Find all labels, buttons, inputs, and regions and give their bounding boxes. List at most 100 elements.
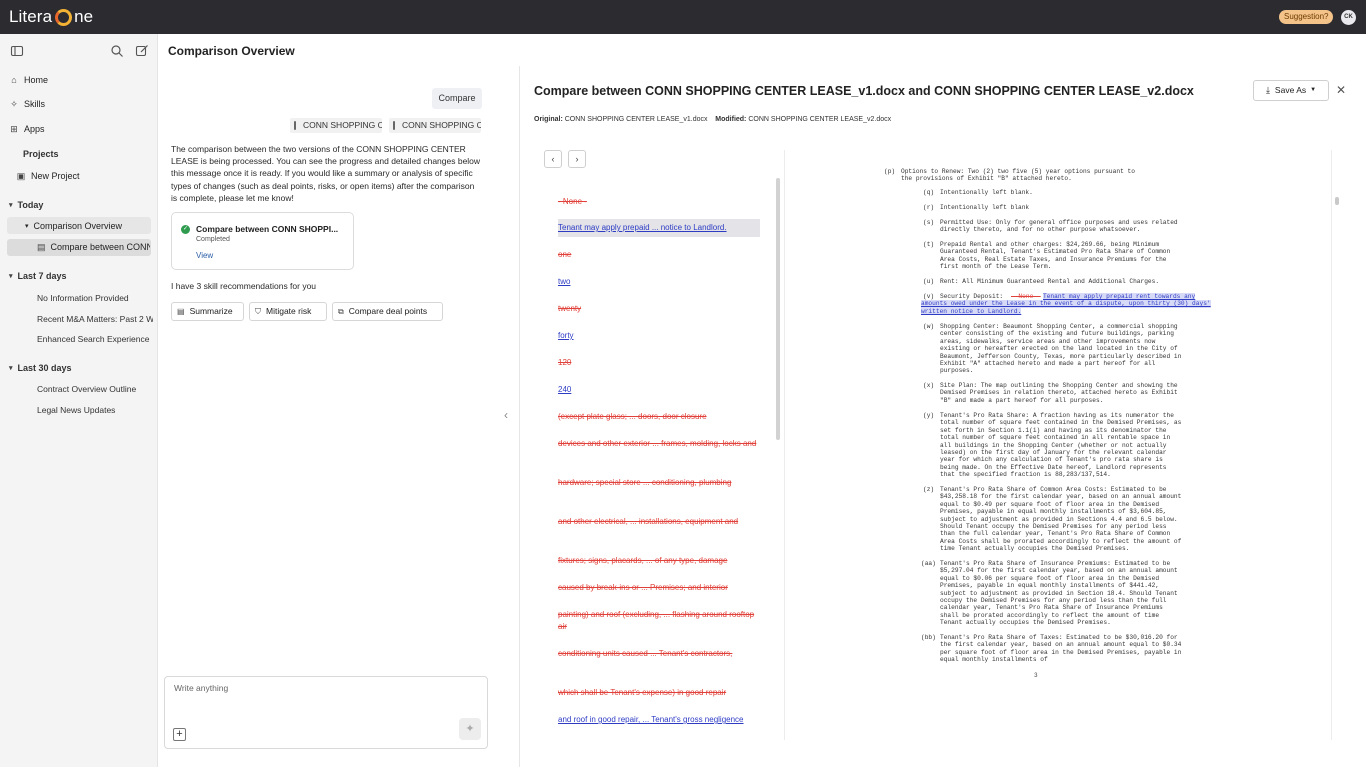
suggestion-badge[interactable]: Suggestion? xyxy=(1279,10,1334,24)
user-avatar[interactable]: CK xyxy=(1341,10,1356,25)
composer-input[interactable]: Write anything xyxy=(174,683,228,693)
modified-file: CONN SHOPPING CENTER LEASE_v2.docx xyxy=(748,116,892,123)
clause-label: (p) xyxy=(884,168,896,175)
change-item[interactable]: - None - xyxy=(558,196,758,208)
send-button[interactable]: ✦ xyxy=(459,718,481,740)
change-item[interactable]: 120 xyxy=(558,357,758,369)
sidebar-item-recent-ma[interactable]: Recent M&A Matters: Past 2 Weeks xyxy=(37,314,153,324)
sidebar-item-compare-between[interactable]: ▤ Compare between CONN SHOPPING CENTER xyxy=(37,242,150,252)
change-item[interactable]: two xyxy=(558,276,758,288)
previous-change-button[interactable]: ‹ xyxy=(544,150,562,168)
panel-divider[interactable] xyxy=(519,66,520,767)
summarize-button[interactable]: ▤ Summarize xyxy=(171,302,244,321)
compare-deal-points-button[interactable]: ⧉ Compare deal points xyxy=(332,302,443,321)
change-item[interactable]: devices and other exterior ... frames, m… xyxy=(558,438,758,450)
change-item[interactable]: fixtures; signs, placards, ... of any ty… xyxy=(558,555,758,567)
skills-icon: ✧ xyxy=(10,99,18,109)
attached-file-chip[interactable]: CONN SHOPPING CENTER LEASE_v2.docx xyxy=(389,118,481,133)
change-item[interactable]: hardware; special store ... conditioning… xyxy=(558,477,758,489)
group-last-7-days[interactable]: ▾ Last 7 days xyxy=(9,271,67,281)
change-item[interactable]: which shall be Tenant's expense) in good… xyxy=(558,687,758,699)
sidebar-item-enhanced-search[interactable]: Enhanced Search Experience xyxy=(37,334,153,344)
change-item[interactable]: and roof in good repair, ... Tenant's gr… xyxy=(558,714,758,726)
change-item[interactable]: and other electrical, ... installations,… xyxy=(558,516,758,528)
view-link[interactable]: View xyxy=(196,251,213,260)
clause-text: Intentionally left blank. xyxy=(940,189,1033,196)
group-today[interactable]: ▾ Today xyxy=(9,200,43,210)
litera-one-logo[interactable]: Litera ne xyxy=(9,7,93,27)
clause-text: Intentionally left blank xyxy=(940,204,1030,211)
clause-label: (z) xyxy=(923,486,935,493)
new-project-button[interactable]: ▣ New Project xyxy=(16,171,80,181)
recommendations-text: I have 3 skill recommendations for you xyxy=(171,281,317,291)
comparison-title: Compare between CONN SHOPPING CENTER LEA… xyxy=(534,84,1194,98)
assistant-message: The comparison between the two versions … xyxy=(171,144,481,203)
change-item[interactable]: one xyxy=(558,249,758,261)
download-icon: ⤓ xyxy=(1265,85,1270,95)
sidebar-item-legal-news[interactable]: Legal News Updates xyxy=(37,405,153,415)
group-last-7-label: Last 7 days xyxy=(17,271,67,281)
group-last-30-days[interactable]: ▾ Last 30 days xyxy=(9,363,72,373)
next-change-button[interactable]: › xyxy=(568,150,586,168)
nav-skills-label: Skills xyxy=(24,99,46,109)
status-card-title: Compare between CONN SHOPPI... xyxy=(196,224,339,234)
clause-text: Rent: All Minimum Guaranteed Rental and … xyxy=(940,278,1160,285)
attached-file-name: CONN SHOPPING CENTER LEASE_v2.docx xyxy=(402,120,481,130)
clause-text: Site Plan: The map outlining the Shoppin… xyxy=(940,382,1178,404)
logo-o-icon xyxy=(55,8,73,26)
change-item[interactable]: twenty xyxy=(558,303,758,315)
add-attachment-button[interactable]: + xyxy=(173,728,186,741)
change-item[interactable]: caused by break-ins or ... Premises; and… xyxy=(558,582,758,594)
mitigate-risk-button[interactable]: ⛉ Mitigate risk xyxy=(249,302,327,321)
attached-file-chip[interactable]: CONN SHOPPING CENTER LEASE_v1.docx xyxy=(290,118,382,133)
nav-apps[interactable]: ⊞ Apps xyxy=(9,124,44,134)
clause-text: Options to Renew: Two (2) two five (5) y… xyxy=(901,168,1135,183)
sidebar-item-comparison-overview[interactable]: ▾ Comparison Overview xyxy=(25,221,122,231)
deleted-text[interactable]: - None - xyxy=(1011,293,1041,300)
nav-home[interactable]: ⌂ Home xyxy=(9,75,48,85)
chevron-down-icon: ▼ xyxy=(1310,87,1317,93)
nav-home-label: Home xyxy=(24,75,49,85)
change-item[interactable]: painting) and roof (excluding, ... flash… xyxy=(558,609,758,633)
new-chat-icon[interactable] xyxy=(135,44,149,58)
user-message-bubble: Compare xyxy=(432,88,482,109)
clause-label: (x) xyxy=(923,382,935,389)
inserted-text-line-3[interactable]: written notice to Landlord. xyxy=(921,307,1022,316)
projects-heading[interactable]: Projects xyxy=(23,149,59,159)
change-list-scrollbar[interactable] xyxy=(776,178,780,440)
clause-label: (s) xyxy=(923,219,935,226)
inserted-text-line-1[interactable]: Tenant may apply prepaid rent towards an… xyxy=(1043,293,1196,301)
comparison-status-card: ✓ Compare between CONN SHOPPI... Complet… xyxy=(171,212,354,270)
change-item[interactable]: (except plate glass; ... doors, door clo… xyxy=(558,411,758,423)
mitigate-risk-label: Mitigate risk xyxy=(266,306,312,316)
clause-text: Tenant's Pro Rata Share of Common Area C… xyxy=(940,486,1182,553)
logo-text-litera: Litera xyxy=(9,7,53,26)
clause-text: Tenant's Pro Rata Share of Taxes: Estima… xyxy=(940,634,1182,664)
sidebar-item-contract-overview[interactable]: Contract Overview Outline xyxy=(37,384,153,394)
save-as-label: Save As xyxy=(1274,85,1307,95)
clause-label: (aa) xyxy=(921,560,936,567)
document-scrollbar[interactable] xyxy=(1335,197,1339,205)
change-item[interactable]: Tenant may apply prepaid ... notice to L… xyxy=(558,222,758,234)
change-item[interactable]: conditioning units caused ... Tenant's c… xyxy=(558,648,758,660)
check-circle-icon: ✓ xyxy=(181,225,190,234)
change-item[interactable]: forty xyxy=(558,330,758,342)
change-item[interactable]: 240 xyxy=(558,384,758,396)
compare-doc-icon: ▤ xyxy=(37,242,46,252)
toggle-sidebar-icon[interactable] xyxy=(10,44,24,58)
page-number: 3 xyxy=(1034,672,1038,679)
nav-skills[interactable]: ✧ Skills xyxy=(9,99,45,109)
inserted-text-line-2[interactable]: amounts owed under the Lease in the even… xyxy=(921,300,1211,308)
clause-text: Tenant's Pro Rata Share of Insurance Pre… xyxy=(940,560,1178,627)
top-bar: Litera ne Suggestion? CK xyxy=(0,0,1366,34)
message-composer[interactable]: Write anything + ✦ xyxy=(164,676,488,749)
close-icon[interactable]: ✕ xyxy=(1336,83,1346,97)
chevron-down-icon: ▾ xyxy=(9,365,13,372)
search-icon[interactable] xyxy=(110,44,124,58)
sidebar-item-no-information[interactable]: No Information Provided xyxy=(37,293,153,303)
collapse-panel-icon[interactable]: ‹ xyxy=(504,408,508,422)
save-as-button[interactable]: ⤓ Save As ▼ xyxy=(1253,80,1329,101)
comparison-file-meta: Original: CONN SHOPPING CENTER LEASE_v1.… xyxy=(534,116,891,123)
summarize-label: Summarize xyxy=(189,306,233,316)
sidebar-item-label: Compare between CONN SHOPPING CENTER xyxy=(50,242,150,252)
